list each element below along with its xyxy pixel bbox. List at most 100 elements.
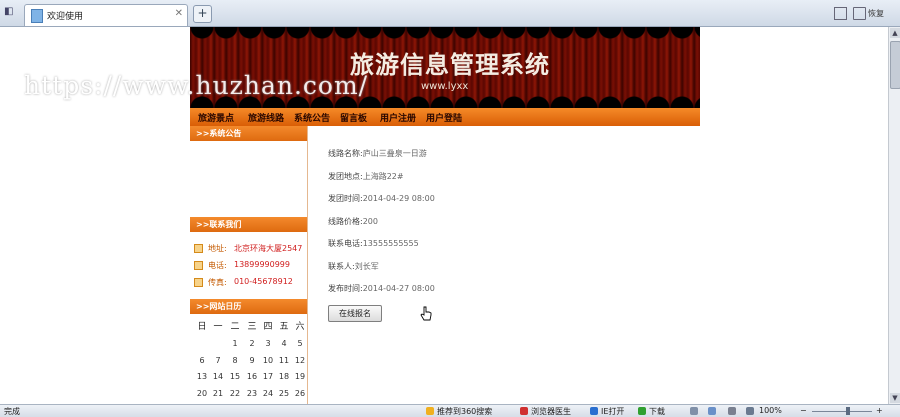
close-icon[interactable]: ✕ [175, 8, 183, 19]
zoom-slider-thumb[interactable] [846, 407, 850, 415]
nav-tour-routes[interactable]: 旅游线路 [248, 111, 284, 124]
zoom-icon[interactable] [746, 407, 754, 415]
calendar-day[interactable]: 19 [292, 372, 308, 381]
route-info-label: 发团时间: [328, 194, 363, 203]
calendar-day[interactable]: 12 [292, 356, 308, 365]
route-info-row: 发团时间:2014-04-29 08:00 [328, 193, 435, 204]
doctor-icon [520, 407, 528, 415]
route-info-label: 联系电话: [328, 239, 363, 248]
route-info-label: 联系人: [328, 261, 355, 271]
route-info-value: 13555555555 [362, 239, 419, 248]
calendar-day[interactable]: 22 [227, 389, 243, 398]
online-signup-button[interactable]: 在线报名 [328, 305, 382, 322]
calendar-day[interactable]: 2 [244, 339, 260, 348]
scroll-down-icon[interactable]: ▼ [890, 393, 900, 403]
calendar-day[interactable]: 3 [260, 339, 276, 348]
calendar-header-label: >>网站日历 [196, 302, 242, 311]
calendar-day[interactable]: 26 [292, 389, 308, 398]
calendar-day[interactable]: 20 [194, 389, 210, 398]
contact-label: 传真: [208, 278, 227, 287]
zoom-slider[interactable] [812, 411, 872, 412]
calendar-day[interactable]: 6 [194, 356, 210, 365]
vertical-scrollbar[interactable]: ▲ ▼ [888, 27, 900, 404]
calendar-day[interactable]: 5 [292, 339, 308, 348]
calendar-day[interactable]: 7 [210, 356, 226, 365]
calendar-day[interactable]: 1 [227, 339, 243, 348]
status-recommend[interactable]: 推荐到360搜索 [437, 406, 492, 417]
sidebar-toggle-icon[interactable]: ◧ [4, 6, 18, 20]
ie-icon [590, 407, 598, 415]
nav-announcements[interactable]: 系统公告 [294, 111, 330, 124]
status-browser-doctor[interactable]: 浏览器医生 [531, 406, 571, 417]
tab-title: 欢迎使用 [47, 12, 84, 22]
route-info-row: 线路价格:200 [328, 216, 378, 227]
site-subtitle: www.lyxx [421, 81, 469, 92]
calendar-weekday: 六 [295, 322, 305, 332]
calendar-weekday: 二 [230, 322, 240, 332]
route-info-value: 2014-04-29 08:00 [362, 194, 435, 203]
contact-value: 13899990999 [234, 260, 290, 269]
route-info-row: 线路名称:庐山三叠泉一日游 [328, 148, 427, 159]
zoom-in-icon[interactable]: + [876, 406, 883, 415]
bullet-icon [194, 244, 203, 253]
route-info-label: 线路价格: [328, 216, 363, 226]
hand-cursor-icon [420, 306, 432, 321]
scroll-up-icon[interactable]: ▲ [890, 28, 900, 38]
zoom-level[interactable]: 100% [759, 406, 782, 415]
calendar-day[interactable]: 23 [244, 389, 260, 398]
calendar-day[interactable]: 4 [276, 339, 292, 348]
tool-icon[interactable] [690, 407, 698, 415]
calendar-weekday: 四 [263, 322, 273, 332]
route-info-label: 线路名称: [328, 149, 363, 158]
route-info-row: 发团地点:上海路22# [328, 171, 404, 182]
status-text: 完成 [4, 407, 20, 416]
calendar-weekday: 三 [247, 322, 257, 332]
route-info-value: 刘长军 [354, 261, 379, 271]
bullet-icon [194, 278, 203, 287]
nav-message-board[interactable]: 留言板 [340, 111, 367, 124]
zoom-out-icon[interactable]: − [800, 406, 807, 415]
contact-label: 电话: [208, 261, 227, 270]
star-icon [426, 407, 434, 415]
route-info-value: 2014-04-27 08:00 [362, 284, 435, 293]
globe-icon[interactable] [708, 407, 716, 415]
calendar-day[interactable]: 24 [260, 389, 276, 398]
calendar-day[interactable]: 18 [276, 372, 292, 381]
browser-tab-bar: ◧ 欢迎使用 ✕ + 恢复 [0, 0, 900, 27]
calendar-day[interactable]: 11 [276, 356, 292, 365]
status-download[interactable]: 下载 [649, 406, 665, 417]
calendar-day[interactable]: 21 [210, 389, 226, 398]
restore-label[interactable]: 恢复 [868, 8, 884, 19]
calendar-day[interactable]: 13 [194, 372, 210, 381]
contact-label: 地址: [208, 244, 227, 253]
route-info-value: 庐山三叠泉一日游 [362, 149, 427, 158]
contact-header: >>联系我们 [190, 217, 307, 232]
route-info-value: 200 [362, 216, 378, 226]
calendar-day[interactable]: 16 [244, 372, 260, 381]
calendar-day[interactable]: 8 [227, 356, 243, 365]
calendar-weekday: 一 [213, 322, 223, 332]
calendar-day[interactable]: 25 [276, 389, 292, 398]
route-info-row: 发布时间:2014-04-27 08:00 [328, 283, 435, 294]
speaker-icon[interactable] [728, 407, 736, 415]
download-icon [638, 407, 646, 415]
restore-window-icon[interactable] [834, 7, 847, 20]
calendar-day[interactable]: 9 [244, 356, 260, 365]
scroll-thumb[interactable] [890, 41, 900, 89]
status-ie-open[interactable]: IE打开 [601, 406, 624, 417]
site-title: 旅游信息管理系统 [350, 50, 550, 79]
calendar-day[interactable]: 14 [210, 372, 226, 381]
page-viewport: 旅游信息管理系统 www.lyxx 旅游景点 旅游线路 系统公告 留言板 用户注… [0, 27, 888, 404]
route-detail: 线路名称:庐山三叠泉一日游 发团地点:上海路22# 发团时间:2014-04-29 … [308, 126, 700, 404]
new-tab-button[interactable]: + [193, 5, 212, 23]
calendar-day[interactable]: 17 [260, 372, 276, 381]
trash-icon[interactable] [853, 7, 866, 20]
nav-login[interactable]: 用户登陆 [426, 111, 462, 124]
nav-register[interactable]: 用户注册 [380, 111, 416, 124]
calendar-day[interactable]: 10 [260, 356, 276, 365]
calendar-day[interactable]: 15 [227, 372, 243, 381]
route-info-label: 发团地点: [328, 171, 363, 181]
contact-header-label: >>联系我们 [196, 220, 242, 229]
tab-welcome[interactable]: 欢迎使用 ✕ [24, 4, 188, 26]
nav-scenic-spots[interactable]: 旅游景点 [198, 111, 234, 124]
